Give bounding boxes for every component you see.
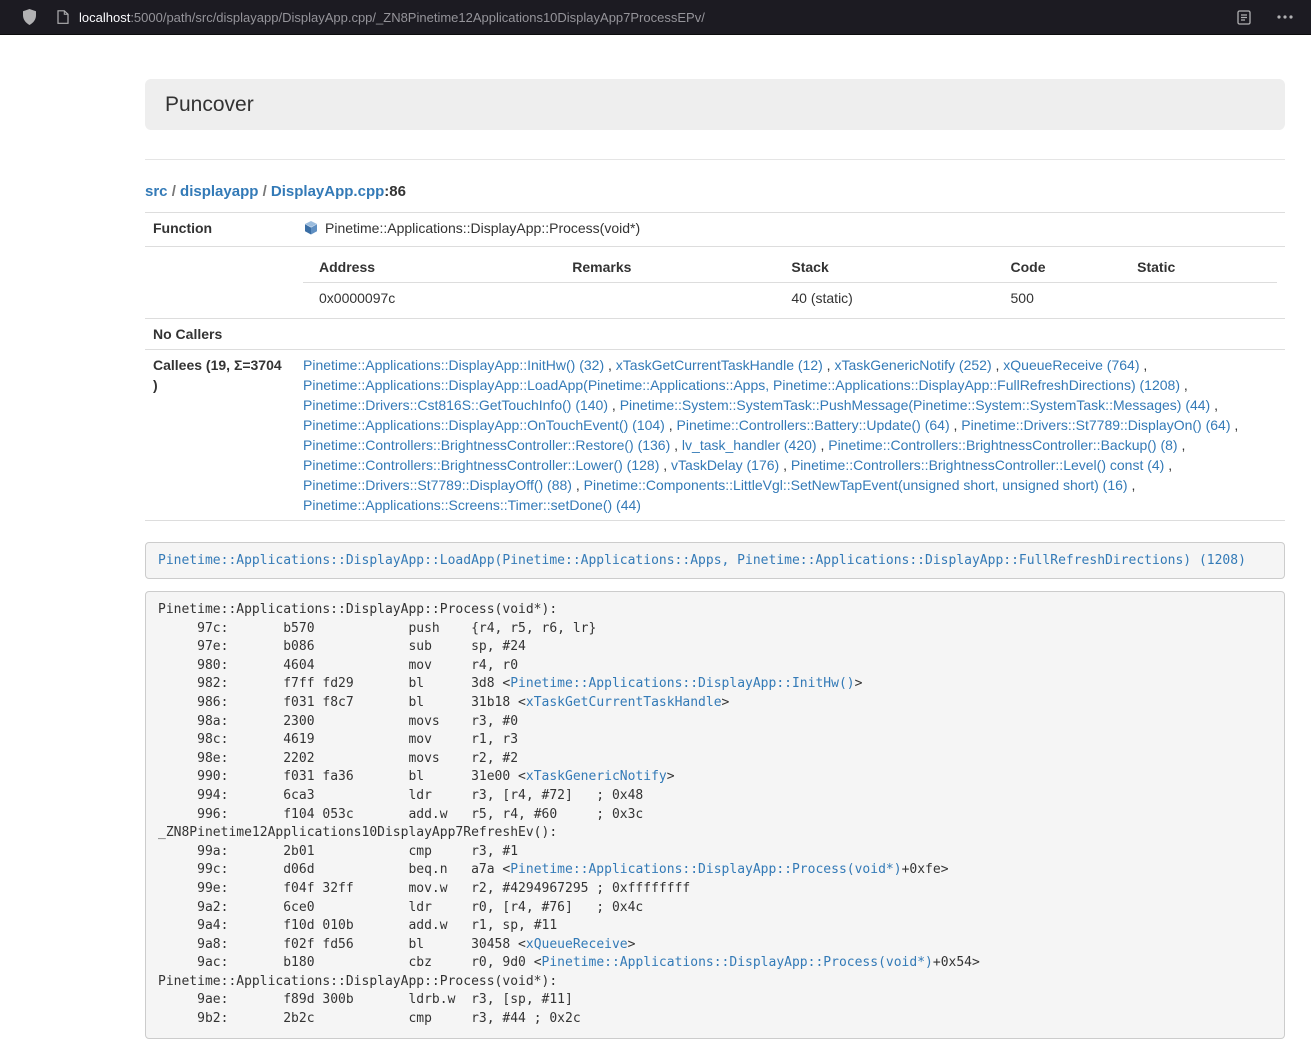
callee-link[interactable]: Pinetime::Controllers::BrightnessControl… [828,437,1177,453]
stat-value-code: 500 [995,283,1122,314]
stats-table: AddressRemarksStackCodeStatic 0x0000097c… [303,252,1277,313]
symbol-link[interactable]: xTaskGetCurrentTaskHandle [526,695,722,710]
function-row: Function Pinetime::Applications::Display… [145,213,1285,247]
no-callers-label: No Callers [145,319,295,350]
callee-link[interactable]: Pinetime::Drivers::Cst816S::GetTouchInfo… [303,397,608,413]
callee-separator: , [823,357,835,373]
callee-separator: , [1210,397,1218,413]
column-header-stack: Stack [775,252,994,283]
app-title: Puncover [165,92,1265,117]
callee-separator: , [1231,417,1239,433]
browser-actions [1237,10,1299,25]
callee-link[interactable]: Pinetime::Applications::DisplayApp::Load… [303,377,1180,393]
function-name: Pinetime::Applications::DisplayApp::Proc… [325,220,640,236]
breadcrumb-separator: / [258,183,271,200]
callee-link[interactable]: xQueueReceive (764) [1003,357,1139,373]
stat-value-stack: 40 (static) [775,283,994,314]
callee-separator: , [817,437,829,453]
callees-list: Pinetime::Applications::DisplayApp::Init… [295,350,1285,521]
callee-separator: , [950,417,962,433]
url-host: localhost [79,10,130,25]
url-path: :5000/path/src/displayapp/DisplayApp.cpp… [130,10,705,25]
callers-cell [295,319,1285,350]
column-header-address: Address [303,252,556,283]
callee-separator: , [1139,357,1147,373]
disassembly: Pinetime::Applications::DisplayApp::Proc… [145,591,1285,1039]
callers-row: No Callers [145,319,1285,350]
page-icon [57,10,69,24]
browser-chrome: localhost:5000/path/src/displayapp/Displ… [0,0,1311,35]
highlighted-symbol-link[interactable]: Pinetime::Applications::DisplayApp::Load… [158,553,1246,568]
symbol-link[interactable]: Pinetime::Applications::DisplayApp::Proc… [542,955,933,970]
callee-link[interactable]: Pinetime::Drivers::St7789::DisplayOff() … [303,477,572,493]
stat-value-remarks [556,283,775,314]
breadcrumb-link[interactable]: displayapp [180,183,258,200]
callee-separator: , [670,437,682,453]
stats-value-row: 0x0000097c 40 (static)500 [303,283,1277,314]
callees-row: Callees (19, Σ=3704 ) Pinetime::Applicat… [145,350,1285,521]
symbol-link[interactable]: xTaskGenericNotify [526,769,667,784]
function-row-label: Function [145,213,295,247]
callee-separator: , [992,357,1004,373]
callee-link[interactable]: Pinetime::Controllers::BrightnessControl… [303,437,670,453]
highlighted-symbol-box: Pinetime::Applications::DisplayApp::Load… [145,542,1285,579]
stat-value-static [1121,283,1277,314]
callee-link[interactable]: Pinetime::Drivers::St7789::DisplayOn() (… [961,417,1230,433]
shield-icon[interactable] [22,9,37,25]
callee-link[interactable]: Pinetime::Applications::DisplayApp::OnTo… [303,417,665,433]
column-header-code: Code [995,252,1122,283]
url-bar[interactable]: localhost:5000/path/src/displayapp/Displ… [57,10,1237,25]
column-header-remarks: Remarks [556,252,775,283]
stats-row: AddressRemarksStackCodeStatic 0x0000097c… [145,247,1285,319]
callees-label: Callees (19, Σ=3704 ) [145,350,295,521]
callee-separator: , [1178,437,1186,453]
symbol-link[interactable]: Pinetime::Applications::DisplayApp::Proc… [510,862,901,877]
symbol-table: Function Pinetime::Applications::Display… [145,212,1285,521]
callee-separator: , [604,357,616,373]
callee-separator: , [572,477,584,493]
callee-separator: , [1128,477,1136,493]
callee-separator: , [1180,377,1188,393]
callee-separator: , [659,457,671,473]
callee-link[interactable]: Pinetime::Controllers::BrightnessControl… [791,457,1164,473]
callee-link[interactable]: lv_task_handler (420) [682,437,817,453]
stats-header-row: AddressRemarksStackCodeStatic [303,252,1277,283]
breadcrumb-link[interactable]: src [145,183,168,200]
symbol-link[interactable]: xQueueReceive [526,937,628,952]
function-icon [303,220,319,241]
callee-link[interactable]: xTaskGetCurrentTaskHandle (12) [616,357,823,373]
callee-separator: , [779,457,791,473]
overflow-menu-icon[interactable] [1277,15,1293,19]
page-content: Puncover src / displayapp / DisplayApp.c… [145,79,1285,1039]
callee-link[interactable]: Pinetime::Applications::DisplayApp::Init… [303,357,604,373]
stats-row-spacer [145,247,295,319]
breadcrumb-link[interactable]: DisplayApp.cpp [271,183,384,200]
breadcrumb-line-number: :86 [384,183,406,200]
function-cell: Pinetime::Applications::DisplayApp::Proc… [295,213,1285,247]
app-header: Puncover [145,79,1285,130]
callee-link[interactable]: Pinetime::Applications::Screens::Timer::… [303,497,641,513]
callee-link[interactable]: Pinetime::Controllers::Battery::Update()… [677,417,950,433]
callee-link[interactable]: Pinetime::Controllers::BrightnessControl… [303,457,659,473]
column-header-static: Static [1121,252,1277,283]
reader-mode-icon[interactable] [1237,10,1251,25]
breadcrumb-separator: / [168,183,181,200]
callee-link[interactable]: Pinetime::System::SystemTask::PushMessag… [620,397,1211,413]
divider [145,159,1285,160]
callee-separator: , [608,397,620,413]
callee-link[interactable]: xTaskGenericNotify (252) [834,357,991,373]
breadcrumb: src / displayapp / DisplayApp.cpp:86 [145,182,1285,202]
stat-value-address: 0x0000097c [303,283,556,314]
callee-separator: , [665,417,677,433]
callee-separator: , [1164,457,1172,473]
callee-link[interactable]: vTaskDelay (176) [671,457,779,473]
symbol-link[interactable]: Pinetime::Applications::DisplayApp::Init… [510,676,854,691]
callee-link[interactable]: Pinetime::Components::LittleVgl::SetNewT… [584,477,1128,493]
